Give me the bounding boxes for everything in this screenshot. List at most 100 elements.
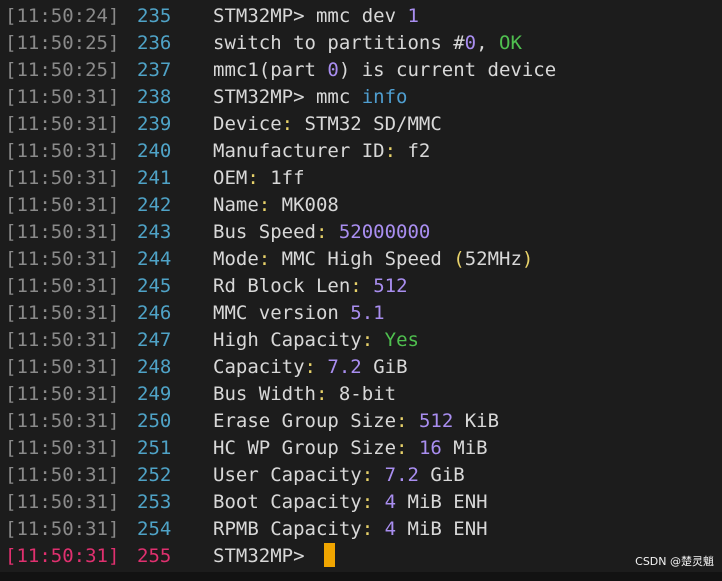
watermark: CSDN @楚灵魈 (635, 555, 714, 568)
line-number: 254 (137, 518, 172, 540)
text-segment (362, 275, 373, 297)
text-segment: 512 (418, 410, 454, 432)
timestamp: [11:50:31] (5, 167, 120, 189)
text-segment: 4 (384, 518, 397, 540)
line-content: Capacity: 7.2 GiB (213, 354, 408, 381)
text-segment: ) is current device (338, 59, 557, 81)
text-segment: f2 (396, 140, 431, 162)
line-content: Rd Block Len: 512 (213, 273, 408, 300)
text-segment: 0 (464, 32, 477, 54)
text-segment: Manufacturer ID (213, 140, 385, 162)
text-segment: GiB (361, 356, 408, 378)
timestamp: [11:50:31] (5, 194, 120, 216)
terminal-line: [11:50:31] 249 Bus Width: 8-bit (0, 381, 722, 408)
line-content: Mode: MMC High Speed (52MHz) (213, 246, 533, 273)
text-segment: 52000000 (338, 221, 431, 243)
text-segment: : (315, 221, 328, 243)
timestamp: [11:50:31] (5, 410, 120, 432)
top-clipped-text (0, 0, 722, 2)
line-number: 251 (137, 437, 172, 459)
text-segment: 1 (407, 5, 419, 27)
text-segment: MMC version (213, 302, 351, 324)
text-segment: STM32 SD/MMC (293, 113, 442, 135)
prompt-input[interactable]: STM32MP> (213, 543, 335, 570)
text-segment: : (350, 275, 362, 297)
text-segment: 52MHz (464, 248, 522, 270)
line-content: Device: STM32 SD/MMC (213, 111, 442, 138)
line-content: Boot Capacity: 4 MiB ENH (213, 489, 488, 516)
line-number: 238 (137, 86, 172, 108)
line-number: 247 (137, 329, 172, 351)
line-number: 237 (137, 59, 172, 81)
timestamp: [11:50:31] (5, 113, 120, 135)
text-segment: GiB (418, 464, 465, 486)
current-prompt-line: [11:50:31] 255 STM32MP> (0, 543, 722, 570)
timestamp: [11:50:31] (5, 221, 120, 243)
line-content: OEM: 1ff (213, 165, 305, 192)
text-segment: : (361, 464, 374, 486)
text-segment: STM32MP> mmc dev (213, 5, 408, 27)
line-number: 239 (137, 113, 172, 135)
terminal-line: [11:50:24] 235 STM32MP> mmc dev 1 (0, 3, 722, 30)
text-segment: : (361, 329, 374, 351)
line-content: User Capacity: 7.2 GiB (213, 462, 465, 489)
terminal-output: [11:50:24] 235 STM32MP> mmc dev 1 [11:50:25… (0, 3, 722, 570)
line-number: 249 (137, 383, 172, 405)
text-segment: MiB ENH (396, 491, 488, 513)
text-segment: : (315, 383, 328, 405)
text-segment: OK (499, 32, 522, 54)
line-number: 235 (137, 5, 172, 27)
line-number: 246 (137, 302, 172, 324)
text-segment: 4 (384, 491, 397, 513)
terminal-line: [11:50:31] 238 STM32MP> mmc info (0, 84, 722, 111)
timestamp: [11:50:31] (5, 437, 120, 459)
text-segment: MMC High Speed (270, 248, 454, 270)
text-segment: MK008 (270, 194, 339, 216)
line-number: 242 (137, 194, 172, 216)
terminal-line: [11:50:31] 240 Manufacturer ID: f2 (0, 138, 722, 165)
terminal-line: [11:50:31] 239 Device: STM32 SD/MMC (0, 111, 722, 138)
text-segment: RPMB Capacity (213, 518, 362, 540)
terminal-line: [11:50:31] 248 Capacity: 7.2 GiB (0, 354, 722, 381)
text-segment: : (258, 248, 271, 270)
text-segment: : (396, 410, 408, 432)
line-content: mmc1(part 0) is current device (213, 57, 556, 84)
line-number: 236 (137, 32, 172, 54)
timestamp: [11:50:31] (5, 248, 120, 270)
text-segment: OEM (213, 167, 248, 189)
text-segment: STM32MP> (213, 545, 316, 567)
text-segment: Rd Block Len (213, 275, 351, 297)
timestamp: [11:50:31] (5, 518, 120, 540)
timestamp: [11:50:31] (5, 275, 120, 297)
terminal-line: [11:50:31] 252 User Capacity: 7.2 GiB (0, 462, 722, 489)
text-segment: Yes (384, 329, 419, 351)
text-segment: 7.2 (384, 464, 419, 486)
line-number: 250 (137, 410, 172, 432)
text-segment: Capacity (213, 356, 305, 378)
text-segment: ( (453, 248, 465, 270)
terminal-line: [11:50:31] 243 Bus Speed: 52000000 (0, 219, 722, 246)
line-content: RPMB Capacity: 4 MiB ENH (213, 516, 488, 543)
line-content: Bus Speed: 52000000 (213, 219, 430, 246)
terminal-line: [11:50:31] 254 RPMB Capacity: 4 MiB ENH (0, 516, 722, 543)
terminal-line: [11:50:31] 246 MMC version 5.1 (0, 300, 722, 327)
text-segment: Name (213, 194, 259, 216)
line-number: 255 (137, 545, 172, 567)
terminal-window[interactable]: [11:50:24] 235 STM32MP> mmc dev 1 [11:50:25… (0, 0, 722, 581)
text-segment: HC WP Group Size (213, 437, 397, 459)
line-number: 252 (137, 464, 172, 486)
timestamp: [11:50:25] (5, 59, 120, 81)
line-content: Manufacturer ID: f2 (213, 138, 430, 165)
line-content: High Capacity: Yes (213, 327, 419, 354)
terminal-line: [11:50:31] 245 Rd Block Len: 512 (0, 273, 722, 300)
line-content: STM32MP> mmc dev 1 (213, 3, 419, 30)
line-content: Bus Width: 8-bit (213, 381, 396, 408)
text-segment: MiB ENH (396, 518, 488, 540)
timestamp: [11:50:31] (5, 302, 120, 324)
text-segment: ) (521, 248, 534, 270)
text-segment: : (258, 194, 271, 216)
line-number: 244 (137, 248, 172, 270)
text-segment (373, 518, 384, 540)
text-segment (316, 356, 327, 378)
text-segment: STM32MP> mmc (213, 86, 362, 108)
